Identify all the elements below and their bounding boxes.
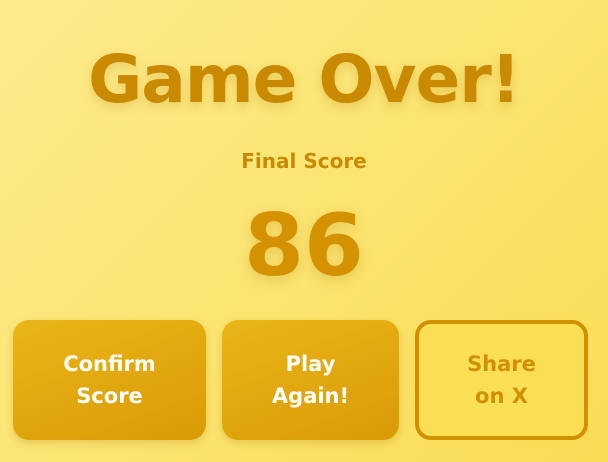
confirm-score-button[interactable]: Confirm Score	[13, 320, 206, 440]
share-on-x-button[interactable]: Share on X	[415, 320, 588, 440]
final-score-label: Final Score	[241, 149, 367, 173]
game-over-title: Game Over!	[88, 41, 521, 118]
final-score-value: 86	[244, 196, 364, 296]
action-buttons: Confirm Score Play Again! Share on X	[13, 320, 588, 440]
play-again-button[interactable]: Play Again!	[222, 320, 399, 440]
game-over-screen: Game Over! Final Score 86 Confirm Score …	[0, 0, 608, 462]
